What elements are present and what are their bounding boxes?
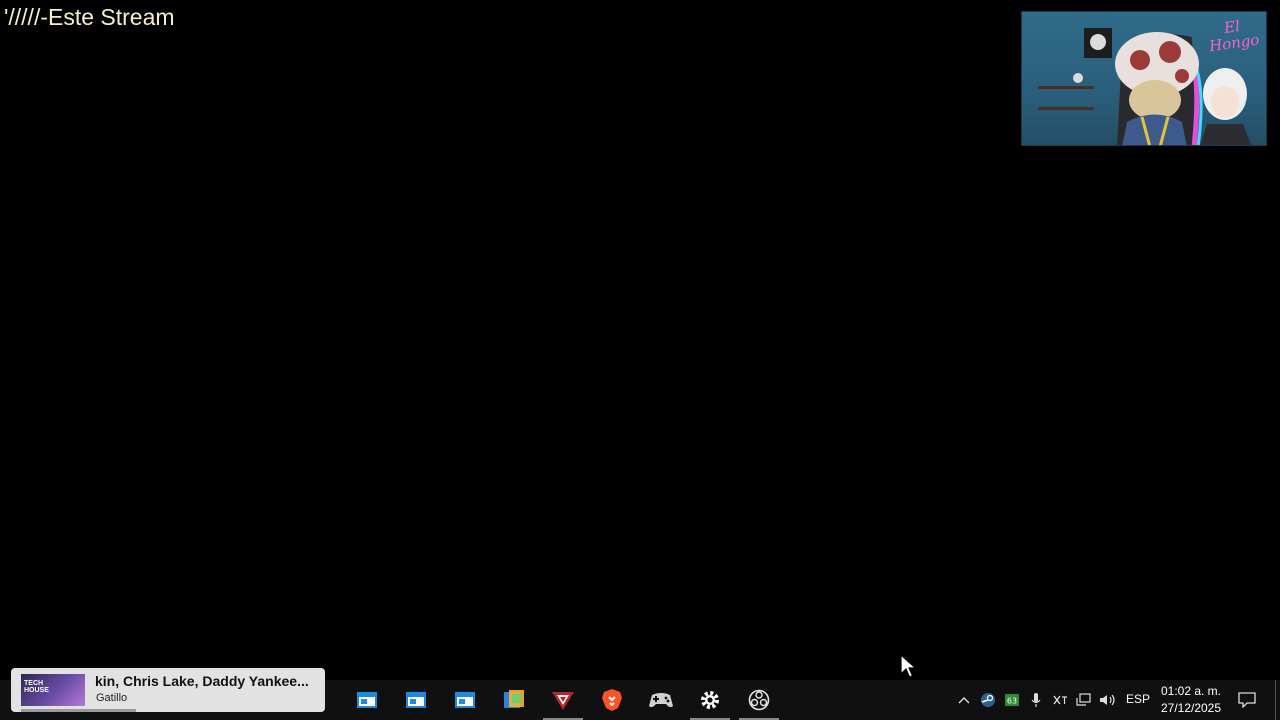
album-art-label-line: TECH: [24, 680, 44, 687]
taskbar-app-brave[interactable]: [588, 680, 636, 720]
mouse-cursor-icon: [900, 654, 918, 678]
shelf: [1038, 107, 1094, 110]
photo-app-icon: [504, 690, 524, 708]
clock[interactable]: 01:02 a. m. 27/12/2025: [1156, 683, 1226, 717]
taskbar-app-game-launcher[interactable]: [539, 680, 587, 720]
file-explorer-window-icon: [357, 692, 377, 708]
battery-badge-icon[interactable]: 63: [1000, 680, 1024, 720]
taskbar-app-photos[interactable]: [490, 680, 538, 720]
taskbar-app-gamepad[interactable]: [637, 680, 685, 720]
track-artist: Gatillo: [96, 692, 128, 704]
album-art-label-line: HOUSE: [24, 687, 49, 694]
track-title: kin, Chris Lake, Daddy Yankee...: [95, 673, 309, 689]
system-tray: 63: [952, 680, 1120, 720]
webcam-overlay: El Hongo: [1021, 11, 1267, 146]
taskbar-app-window-2[interactable]: [392, 680, 440, 720]
settings-gear-icon: [701, 691, 719, 709]
taskbar-app-window-1[interactable]: [343, 680, 391, 720]
album-art-label: TECH HOUSE: [24, 680, 49, 694]
clock-time: 01:02 a. m.: [1160, 684, 1222, 698]
language-indicator[interactable]: ESP: [1126, 692, 1150, 706]
file-explorer-window-icon: [455, 692, 475, 708]
network-icon[interactable]: [1072, 680, 1096, 720]
gamepad-icon: [649, 693, 673, 708]
clock-date: 27/12/2025: [1160, 701, 1222, 715]
taskbar-app-obs[interactable]: [735, 680, 783, 720]
show-desktop-button[interactable]: [1275, 680, 1276, 720]
action-center-button[interactable]: [1232, 680, 1262, 720]
volume-icon[interactable]: [1096, 680, 1120, 720]
battery-badge-value: 63: [1007, 697, 1017, 706]
shelf: [1038, 86, 1094, 89]
show-hidden-icons-chevron-icon[interactable]: [952, 680, 976, 720]
playback-progress-bar: [21, 709, 136, 712]
stream-overlay-title: '/////-Este Stream: [4, 4, 175, 30]
brave-browser-icon: [602, 689, 622, 711]
input-method-icon[interactable]: [1048, 680, 1072, 720]
channel-logo: El Hongo: [1206, 17, 1260, 55]
notification-icon: [1238, 692, 1256, 708]
taskbar-app-window-3[interactable]: [441, 680, 489, 720]
obs-studio-icon: [748, 689, 770, 711]
steam-icon[interactable]: [976, 680, 1000, 720]
taskbar-app-settings[interactable]: [686, 680, 734, 720]
microphone-icon[interactable]: [1024, 680, 1048, 720]
file-explorer-window-icon: [406, 692, 426, 708]
game-launcher-icon: [552, 692, 574, 710]
media-now-playing-card[interactable]: TECH HOUSE kin, Chris Lake, Daddy Yankee…: [11, 668, 325, 712]
album-art: TECH HOUSE: [21, 674, 85, 706]
